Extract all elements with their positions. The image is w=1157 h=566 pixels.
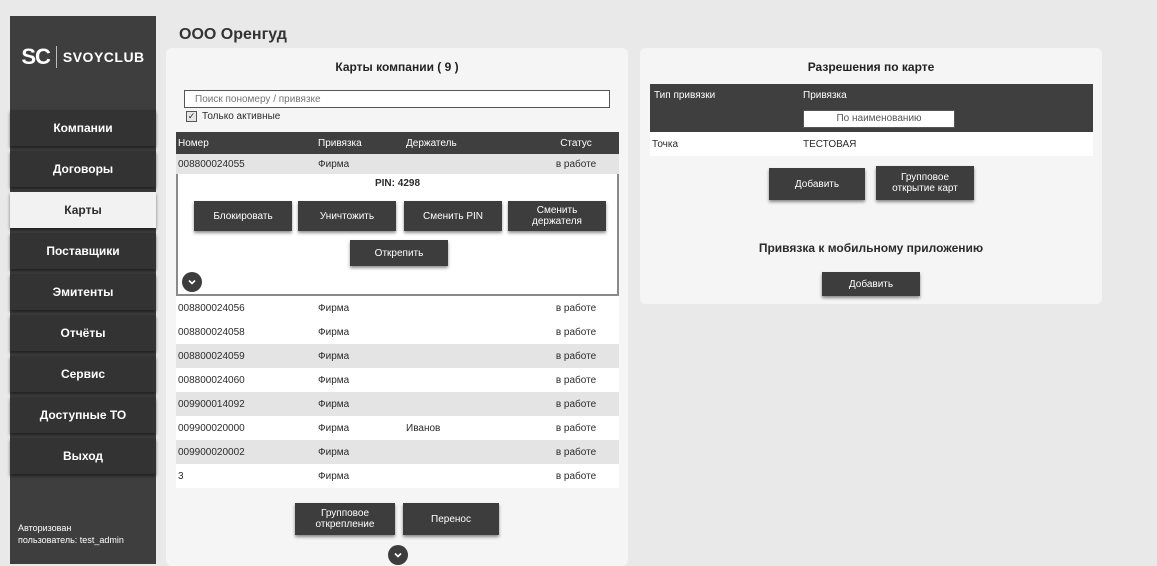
search-input[interactable] — [184, 90, 610, 108]
cards-table: Номер Привязка Держатель Статус 00880002… — [176, 132, 619, 488]
table-row[interactable]: 008800024056 Фирма в работе — [176, 296, 619, 320]
expanded-card: 008800024055 Фирма в работе PIN: 4298 Бл… — [176, 154, 619, 296]
cell-number: 008800024056 — [178, 302, 245, 314]
auth-info: Авторизован пользователь: test_admin — [18, 522, 124, 546]
cell-binding: ТЕСТОВАЯ — [803, 138, 857, 150]
permissions-panel: Разрешения по карте Тип привязки Привязк… — [640, 48, 1102, 304]
cell-binding: Фирма — [318, 350, 350, 362]
cell-holder: Иванов — [406, 422, 441, 434]
cell-binding: Фирма — [318, 374, 350, 386]
cell-binding: Фирма — [318, 470, 350, 482]
table-header: Номер Привязка Держатель Статус — [176, 132, 619, 154]
permissions-filter-row: По наименованию — [650, 106, 1093, 132]
nav-item-contracts[interactable]: Договоры — [10, 151, 156, 187]
cell-status: в работе — [555, 350, 597, 362]
cell-number: 009900020000 — [178, 422, 245, 434]
transfer-button[interactable]: Перенос — [403, 503, 499, 535]
cell-status: в работе — [555, 422, 597, 434]
permissions-panel-title: Разрешения по карте — [807, 60, 935, 74]
col-number[interactable]: Номер — [176, 138, 318, 149]
cell-binding: Фирма — [318, 398, 350, 410]
permissions-table: Тип привязки Привязка По наименованию То… — [650, 84, 1093, 156]
cell-status: в работе — [555, 398, 597, 410]
permissions-header: Тип привязки Привязка — [650, 84, 1093, 106]
group-detach-label-1: Групповое — [320, 508, 370, 519]
cell-status: в работе — [555, 158, 597, 170]
group-detach-label-2: открепление — [315, 519, 375, 530]
cell-status: в работе — [555, 374, 597, 386]
page-title: ООО Оренгуд — [179, 26, 287, 43]
cell-number: 3 — [178, 470, 184, 482]
group-open-label-1: Групповое — [900, 172, 950, 183]
col-binding-type[interactable]: Тип привязки — [650, 90, 803, 101]
only-active-label: Только активные — [202, 111, 281, 122]
cards-panel-title: Карты компании ( 9 ) — [335, 60, 459, 74]
logo-mark: SC — [21, 44, 51, 69]
table-row[interactable]: 008800024059 Фирма в работе — [176, 344, 619, 368]
checkbox-icon[interactable]: ✓ — [186, 111, 197, 122]
nav-item-cards[interactable]: Карты — [10, 192, 156, 228]
add-permission-button[interactable]: Добавить — [769, 168, 865, 200]
nav-item-suppliers[interactable]: Поставщики — [10, 233, 156, 269]
cell-binding: Фирма — [318, 326, 350, 338]
auth-line-2: пользователь: test_admin — [18, 535, 124, 545]
change-holder-button[interactable]: Сменить держателя — [508, 201, 606, 231]
cell-status: в работе — [555, 326, 597, 338]
cell-number: 008800024058 — [178, 326, 245, 338]
table-row[interactable]: 008800024058 Фирма в работе — [176, 320, 619, 344]
cell-binding: Фирма — [318, 446, 350, 458]
nav-item-companies[interactable]: Компании — [10, 110, 156, 146]
nav-item-service[interactable]: Сервис — [10, 356, 156, 392]
cell-number: 008800024060 — [178, 374, 245, 386]
detach-button[interactable]: Открепить — [350, 240, 448, 266]
col-status[interactable]: Статус — [536, 138, 616, 149]
col-binding[interactable]: Привязка — [318, 138, 406, 149]
col-holder[interactable]: Держатель — [406, 138, 536, 149]
change-holder-label-1: Сменить — [536, 205, 578, 216]
cell-number: 009900020002 — [178, 446, 245, 458]
cell-binding: Фирма — [318, 422, 350, 434]
add-mobile-button[interactable]: Добавить — [822, 272, 920, 296]
table-row[interactable]: 3 Фирма в работе — [176, 464, 619, 488]
chevron-down-icon[interactable] — [388, 545, 408, 565]
logo-text: SVOYCLUB — [62, 49, 145, 65]
group-open-label-2: открытие карт — [892, 183, 958, 194]
table-row[interactable]: Точка ТЕСТОВАЯ — [650, 132, 1093, 156]
cell-number: 009900014092 — [178, 398, 245, 410]
cell-status: в работе — [555, 302, 597, 314]
cards-panel: Карты компании ( 9 ) ✓ Только активные Н… — [166, 48, 628, 566]
group-detach-button[interactable]: Групповое открепление — [295, 503, 395, 535]
cell-binding: Фирма — [318, 302, 350, 314]
change-pin-button[interactable]: Сменить PIN — [404, 201, 502, 231]
group-open-cards-button[interactable]: Групповое открытие карт — [876, 166, 974, 200]
block-button[interactable]: Блокировать — [194, 201, 292, 231]
table-row[interactable]: 009900014092 Фирма в работе — [176, 392, 619, 416]
auth-line-1: Авторизован — [18, 523, 72, 533]
logo-divider — [55, 46, 57, 68]
cell-binding: Фирма — [318, 158, 350, 170]
cell-number: 008800024055 — [178, 158, 245, 170]
table-row-selected[interactable]: 008800024055 Фирма в работе — [176, 154, 619, 174]
pin-text: PIN: 4298 — [374, 178, 421, 189]
logo: SC SVOYCLUB — [10, 16, 156, 98]
change-holder-label-2: держателя — [532, 216, 582, 227]
table-row[interactable]: 009900020002 Фирма в работе — [176, 440, 619, 464]
table-row[interactable]: 008800024060 Фирма в работе — [176, 368, 619, 392]
cell-status: в работе — [555, 446, 597, 458]
nav-item-issuers[interactable]: Эмитенты — [10, 274, 156, 310]
table-row[interactable]: 009900020000 Фирма Иванов в работе — [176, 416, 619, 440]
cell-type: Точка — [652, 138, 679, 150]
only-active-filter[interactable]: ✓ Только активные — [186, 111, 280, 122]
nav-item-logout[interactable]: Выход — [10, 438, 156, 474]
col-binding[interactable]: Привязка — [803, 90, 1003, 101]
destroy-button[interactable]: Уничтожить — [298, 201, 396, 231]
nav-item-reports[interactable]: Отчёты — [10, 315, 156, 351]
name-filter-input[interactable]: По наименованию — [803, 110, 955, 128]
nav-item-available-to[interactable]: Доступные ТО — [10, 397, 156, 433]
mobile-app-title: Привязка к мобильному приложению — [758, 241, 984, 255]
sidebar: SC SVOYCLUB Компании Договоры Карты Пост… — [10, 16, 156, 564]
cell-status: в работе — [555, 470, 597, 482]
chevron-down-icon[interactable] — [182, 272, 202, 292]
cell-number: 008800024059 — [178, 350, 245, 362]
